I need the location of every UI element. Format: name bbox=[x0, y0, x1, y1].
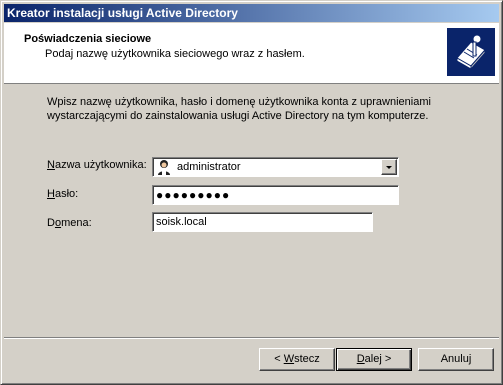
back-button[interactable]: < Wstecz bbox=[259, 348, 335, 371]
password-field[interactable]: ●●●●●●●●● bbox=[152, 185, 399, 205]
next-button[interactable]: Dalej > bbox=[336, 348, 412, 371]
page-title: Poświadczenia sieciowe bbox=[24, 33, 152, 45]
password-label: Hasło: bbox=[47, 188, 79, 200]
wizard-window: Kreator instalacji usługi Active Directo… bbox=[0, 0, 503, 385]
chevron-down-icon[interactable] bbox=[381, 159, 397, 175]
wizard-header: Poświadczenia sieciowe Podaj nazwę użytk… bbox=[4, 23, 499, 84]
username-combobox[interactable]: administrator bbox=[152, 157, 399, 177]
button-separator-highlight bbox=[4, 338, 499, 339]
intro-text: Wpisz nazwę użytkownika, hasło i domenę … bbox=[47, 96, 431, 122]
user-icon bbox=[156, 159, 172, 175]
domain-field[interactable]: soisk.local bbox=[152, 212, 373, 232]
window-title: Kreator instalacji usługi Active Directo… bbox=[4, 4, 499, 22]
cancel-button[interactable]: Anuluj bbox=[418, 348, 494, 371]
username-label: Nazwa użytkownika: bbox=[47, 159, 147, 171]
domain-label: Domena: bbox=[47, 217, 92, 229]
page-subtitle: Podaj nazwę użytkownika sieciowego wraz … bbox=[45, 48, 305, 60]
username-value: administrator bbox=[177, 161, 241, 173]
book-key-icon bbox=[447, 28, 495, 76]
